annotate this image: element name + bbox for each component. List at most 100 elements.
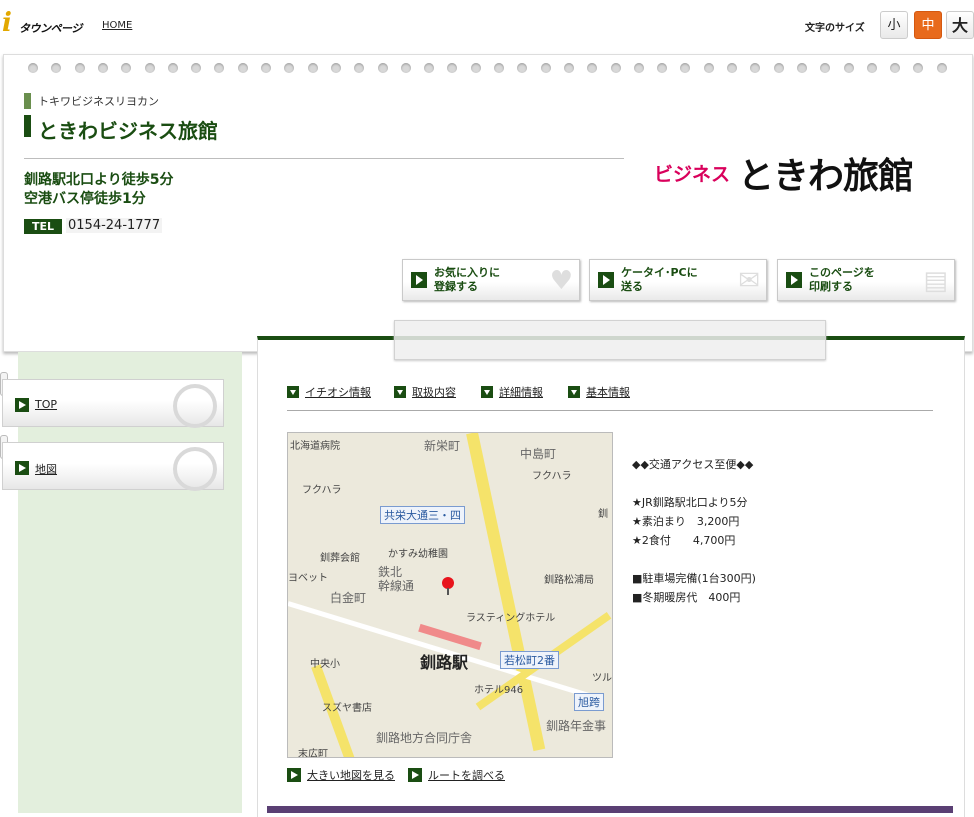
- sidebar-item-label: 地図: [35, 463, 57, 476]
- play-icon: [15, 398, 29, 412]
- ring-hole-icon: [773, 63, 784, 73]
- ring-hole-icon: [400, 63, 411, 73]
- ring-hole-icon: [866, 63, 877, 73]
- map-label-shiroganecho: 白金町: [330, 591, 367, 605]
- tab-products[interactable]: 取扱内容: [394, 384, 456, 400]
- ring-hole-icon: [843, 63, 854, 73]
- play-icon: [287, 768, 301, 782]
- ring-hole-icon: [890, 63, 901, 73]
- townpage-logo[interactable]: i タウンページ: [2, 8, 90, 38]
- send-to-mobile-button[interactable]: ケータイ･PCに 送る ✉: [589, 259, 767, 301]
- add-favorite-button[interactable]: お気に入りに 登録する ♥: [402, 259, 580, 301]
- location-map[interactable]: 北海道病院 新栄町 中島町 フクハラ フクハラ 共栄大通三・四 釧 釧葬会館 か…: [287, 432, 613, 758]
- view-large-map-link[interactable]: 大きい地図を見る: [287, 767, 395, 783]
- recommended-info: ◆◆交通アクセス至便◆◆ ★JR釧路駅北口より5分 ★素泊まり 3,200円 ★…: [632, 455, 756, 607]
- printer-icon: ▤: [923, 266, 948, 296]
- ring-hole-icon: [703, 63, 714, 73]
- location-pin-icon[interactable]: [442, 577, 454, 595]
- ring-hole-icon: [377, 63, 388, 73]
- ring-hole-icon: [307, 63, 318, 73]
- ring-hole-icon: [214, 63, 225, 73]
- ring-hole-icon: [587, 63, 598, 73]
- section-footer-band: [267, 806, 953, 813]
- search-route-link[interactable]: ルートを調べる: [408, 767, 505, 783]
- tel-badge: TEL: [24, 219, 62, 234]
- map-label-kansen: 幹線通: [378, 579, 415, 593]
- townpage-logo-text: タウンページ: [19, 22, 82, 35]
- tab-details[interactable]: 詳細情報: [481, 384, 543, 400]
- ring-hole-icon: [284, 63, 295, 73]
- map-label-hall: 釧葬会館: [320, 553, 360, 564]
- ring-hole-icon: [517, 63, 528, 73]
- ring-hole-icon: [727, 63, 737, 73]
- map-label-hotel946: ホテル946: [474, 685, 524, 696]
- send-to-mobile-label-line1: ケータイ･PCに: [621, 266, 698, 279]
- view-large-map-label: 大きい地図を見る: [307, 769, 395, 782]
- mail-icon: ✉: [738, 266, 760, 296]
- access-line-1: 釧路駅北口より徒歩5分: [24, 172, 174, 188]
- ring-hole-icon: [97, 63, 108, 73]
- map-label-rusting-hotel: ラスティングホテル: [466, 613, 556, 624]
- map-label-fukuhara-east: フクハラ: [532, 471, 572, 482]
- info-line: ★JR釧路駅北口より5分: [632, 496, 748, 509]
- play-icon: [15, 461, 29, 475]
- top-bar: i タウンページ HOME 文字のサイズ 小 中 大: [0, 0, 974, 52]
- tab-basic-info[interactable]: 基本情報: [568, 384, 630, 400]
- info-line: [632, 550, 756, 569]
- play-icon: [411, 272, 427, 288]
- add-favorite-label-line1: お気に入りに: [434, 266, 500, 279]
- access-line-2: 空港バス停徒歩1分: [24, 191, 146, 207]
- header-divider: [24, 158, 624, 159]
- print-page-label-line2: 印刷する: [809, 280, 853, 293]
- sidebar-item-top[interactable]: TOP: [2, 379, 224, 428]
- tab-recommended[interactable]: イチオシ情報: [287, 384, 371, 400]
- font-size-small-button[interactable]: 小: [880, 11, 908, 39]
- add-favorite-label: お気に入りに 登録する: [434, 266, 534, 294]
- print-page-button[interactable]: このページを 印刷する ▤: [777, 259, 955, 301]
- play-icon: [408, 768, 422, 782]
- ring-hole-icon: [470, 63, 481, 73]
- map-label-suzuya: スズヤ書店: [322, 703, 372, 714]
- play-icon: [786, 272, 802, 288]
- font-size-large-button[interactable]: 大: [946, 11, 974, 39]
- sidebar-item-map[interactable]: 地図: [2, 442, 224, 491]
- home-link[interactable]: HOME: [102, 20, 132, 31]
- brand-logo: ビジネス ときわ旅館: [654, 147, 914, 197]
- ring-hole-icon: [261, 63, 271, 73]
- sidebar-item-label: TOP: [35, 398, 58, 411]
- map-label-chuosho: 中央小: [310, 659, 340, 670]
- map-icon: [173, 447, 217, 491]
- notebook-rings: [28, 63, 958, 75]
- map-label-asahi: 旭跨: [574, 693, 604, 711]
- ring-hole-icon: [494, 63, 504, 73]
- map-label-post-office: 釧路松浦局: [544, 575, 594, 586]
- send-to-mobile-label-line2: 送る: [621, 280, 643, 293]
- home-icon: [173, 384, 217, 428]
- ring-hole-icon: [913, 63, 924, 73]
- ring-hole-icon: [750, 63, 761, 73]
- ring-hole-icon: [563, 63, 574, 73]
- ring-hole-icon: [167, 63, 178, 73]
- ring-hole-icon: [121, 63, 132, 73]
- chevron-down-icon: [394, 386, 406, 398]
- info-line: ★2食付 4,700円: [632, 534, 736, 547]
- ring-hole-icon: [633, 63, 644, 73]
- info-line: [632, 474, 756, 493]
- map-label-yobetto: ヨベット: [288, 573, 328, 584]
- ring-hole-icon: [191, 63, 202, 73]
- info-line: ★素泊まり 3,200円: [632, 515, 740, 528]
- info-line: ◆◆交通アクセス至便◆◆: [632, 458, 754, 471]
- print-page-label: このページを 印刷する: [809, 266, 909, 294]
- ring-hole-icon: [51, 63, 62, 73]
- map-label-nenkin: 釧路年金事: [546, 719, 607, 733]
- print-page-label-line1: このページを: [809, 266, 875, 279]
- send-to-mobile-label: ケータイ･PCに 送る: [621, 266, 721, 294]
- ring-hole-icon: [820, 63, 831, 73]
- tabs-divider: [287, 410, 933, 411]
- map-label-suehiro: 末広町: [298, 749, 328, 758]
- font-size-medium-button[interactable]: 中: [914, 11, 942, 39]
- map-label-godo-chosha: 釧路地方合同庁舎: [376, 731, 473, 745]
- ring-hole-icon: [680, 63, 691, 73]
- business-kana-name: トキワビジネスリヨカン: [38, 95, 159, 108]
- ring-hole-icon: [540, 63, 551, 73]
